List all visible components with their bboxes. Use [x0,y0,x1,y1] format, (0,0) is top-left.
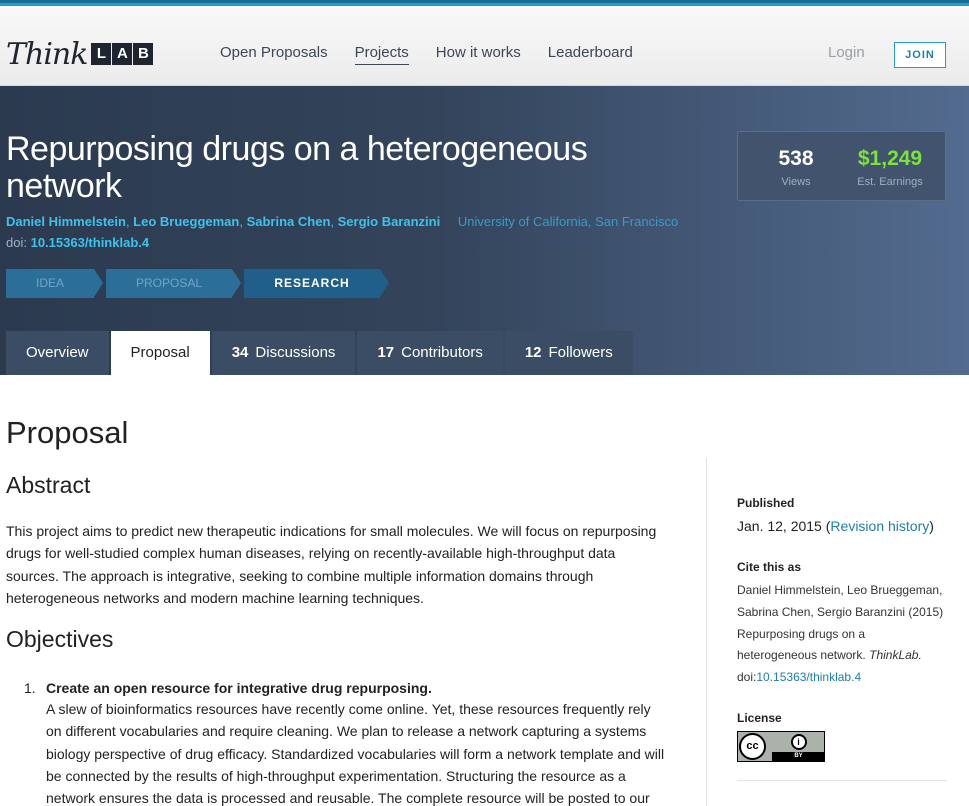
project-stats-box: 538 Views $1,249 Est. Earnings [737,131,946,201]
objective-line: biology perspective of drug efficacy. St… [46,745,665,762]
author-link[interactable]: Daniel Himmelstein [6,214,126,229]
license-label: License [737,710,782,725]
cite-label: Cite this as [737,560,802,574]
tab-overview[interactable]: Overview [6,331,109,375]
nav-how-it-works[interactable]: How it works [436,44,521,65]
objective-title: Create an open resource for integrative … [46,680,432,696]
views-label: Views [781,176,811,188]
abstract-text: This project aims to predict new therape… [6,520,676,609]
earnings-amount: $1,249 [857,147,923,170]
citation-line: doi:10.15363/thinklab.4 [737,667,952,689]
tab-label: Overview [26,344,89,361]
abstract-heading: Abstract [6,472,91,498]
logo-letter: L [91,43,112,65]
doi-label: doi: [6,235,27,250]
abstract-line: heterogeneous networks and modern machin… [6,589,424,606]
earnings-label: Est. Earnings [857,176,923,188]
objective-line: network ensures the data is processed an… [46,790,650,806]
citation-line: Daniel Himmelstein, Leo Brueggeman, [737,583,943,597]
thinklab-logo[interactable]: Think L A B [6,34,154,74]
published-date-value: Jan. 12, 2015 [737,518,822,534]
citation-doi-label: doi: [737,670,757,685]
tab-proposal[interactable]: Proposal [110,331,210,375]
tab-label: Discussions [255,344,336,361]
objective-line: be connected by the results of high-thro… [46,767,626,784]
page-heading: Proposal [6,415,129,450]
objective-number: 1. [24,680,36,696]
author-link[interactable]: Sergio Baranzini [338,214,441,229]
citation-doi-link[interactable]: 10.15363/thinklab.4 [756,670,861,684]
objective-line: on different vocabularies and require cl… [46,723,647,740]
abstract-line: sources. The approach is integrative, se… [6,567,594,584]
revision-paren: ) [929,518,934,534]
tab-label: Proposal [130,344,190,361]
logo-lab-boxes: L A B [91,43,154,65]
project-hero: Repurposing drugs on a heterogeneous net… [0,86,969,375]
affiliation-link[interactable]: University of California, San Francisco [458,214,678,229]
cc-badge-attribution: i [772,732,825,753]
logo-letter: A [112,43,133,65]
objective-line: A slew of bioinformatics resources have … [46,701,651,717]
objective-text: A slew of bioinformatics resources have … [46,698,668,806]
abstract-line: drugs for well-studied complex human dis… [6,545,616,562]
stage-arrow [380,269,389,297]
earnings-stat: $1,249 Est. Earnings [846,147,934,188]
stage-idea: IDEA [6,269,94,298]
nav-leaderboard[interactable]: Leaderboard [548,44,633,65]
tab-followers[interactable]: 12 Followers [504,331,633,375]
join-button[interactable]: JOIN [894,42,946,68]
cc-icon: cc [739,732,766,760]
site-header: Think L A B Open Proposals Projects How … [0,6,969,86]
author-link[interactable]: Leo Brueggeman [133,214,239,229]
attribution-person-icon: i [790,734,807,751]
tab-count: 12 [524,344,542,361]
abstract-line: This project aims to predict new therape… [6,523,657,539]
citation-title-end: heterogeneous network. [737,648,866,663]
published-date: Jan. 12, 2015 (Revision history) [737,518,952,534]
doi-link[interactable]: 10.15363/thinklab.4 [31,235,150,250]
stage-arrow [232,269,241,297]
tab-label: Contributors [401,344,483,361]
citation-line: Repurposing drugs on a [737,626,866,641]
citation-journal: ThinkLab. [869,648,922,663]
stage-research: RESEARCH [244,269,380,298]
citation-line: heterogeneous network. ThinkLab. [737,645,952,667]
logo-letter: B [133,43,154,65]
project-authors: Daniel Himmelstein, Leo Brueggeman, Sabr… [6,214,679,229]
nav-projects[interactable]: Projects [354,44,409,65]
author-link[interactable]: Sabrina Chen [247,214,331,229]
published-label: Published [737,496,795,510]
cc-by-license-badge[interactable]: cc i BY [737,730,825,762]
project-tabs: Overview Proposal 34 Discussions 17 Contri… [6,331,635,375]
sidebar-rule [737,779,947,781]
nav-open-proposals[interactable]: Open Proposals [220,44,328,65]
citation-text: Daniel Himmelstein, Leo Brueggeman, Sabr… [737,580,952,689]
cc-by-label: BY [772,751,825,761]
tab-count: 17 [377,344,395,361]
tab-discussions[interactable]: 34 Discussions [211,331,356,375]
login-link[interactable]: Login [828,44,865,61]
tab-contributors[interactable]: 17 Contributors [357,331,503,375]
tab-count: 34 [231,344,249,361]
stage-arrow [94,269,103,297]
stage-proposal: PROPOSAL [106,269,232,298]
project-title: Repurposing drugs on a heterogeneous net… [6,130,588,205]
top-accent-band [0,0,969,3]
views-stat: 538 Views [766,147,826,188]
main-nav: Open Proposals Projects How it works Lea… [220,44,660,65]
revision-history-link[interactable]: Revision history [830,518,929,534]
tab-label: Followers [548,344,613,361]
views-count: 538 [778,147,814,170]
sidebar-divider [706,458,707,806]
logo-wordmark: Think [6,36,88,72]
citation-line: Sabrina Chen, Sergio Baranzini (2015) [737,604,944,619]
objectives-heading: Objectives [6,626,114,652]
project-doi: doi: 10.15363/thinklab.4 [6,235,149,250]
proposal-sidebar: Published Jan. 12, 2015 (Revision histor… [737,496,952,781]
